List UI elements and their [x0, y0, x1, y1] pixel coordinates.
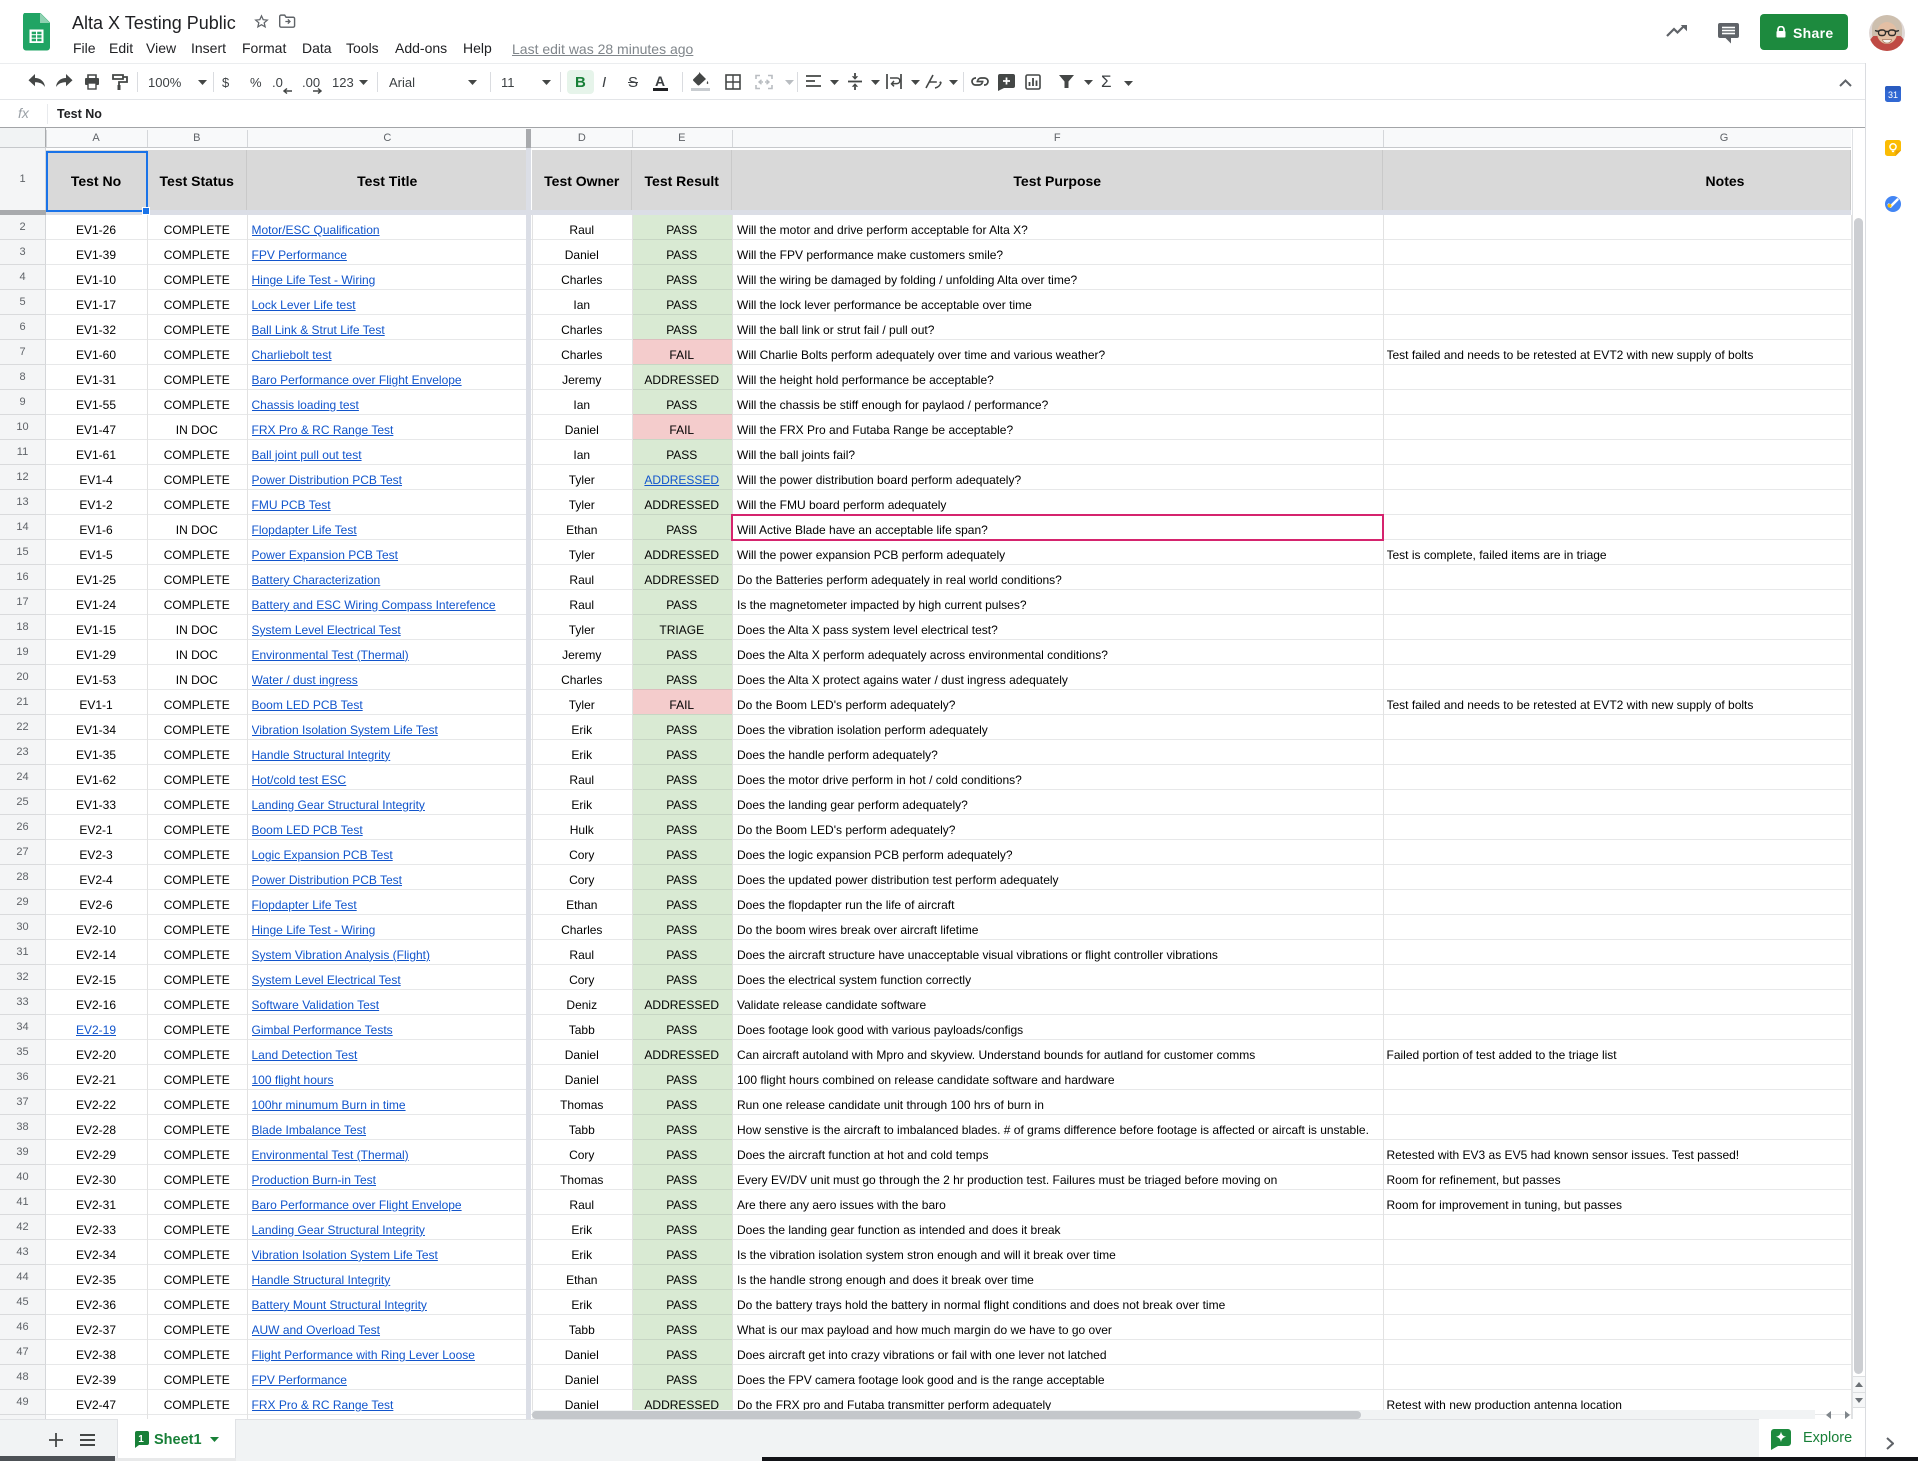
svg-text:31: 31 [1888, 90, 1898, 100]
svg-text:1: 1 [138, 1434, 144, 1445]
